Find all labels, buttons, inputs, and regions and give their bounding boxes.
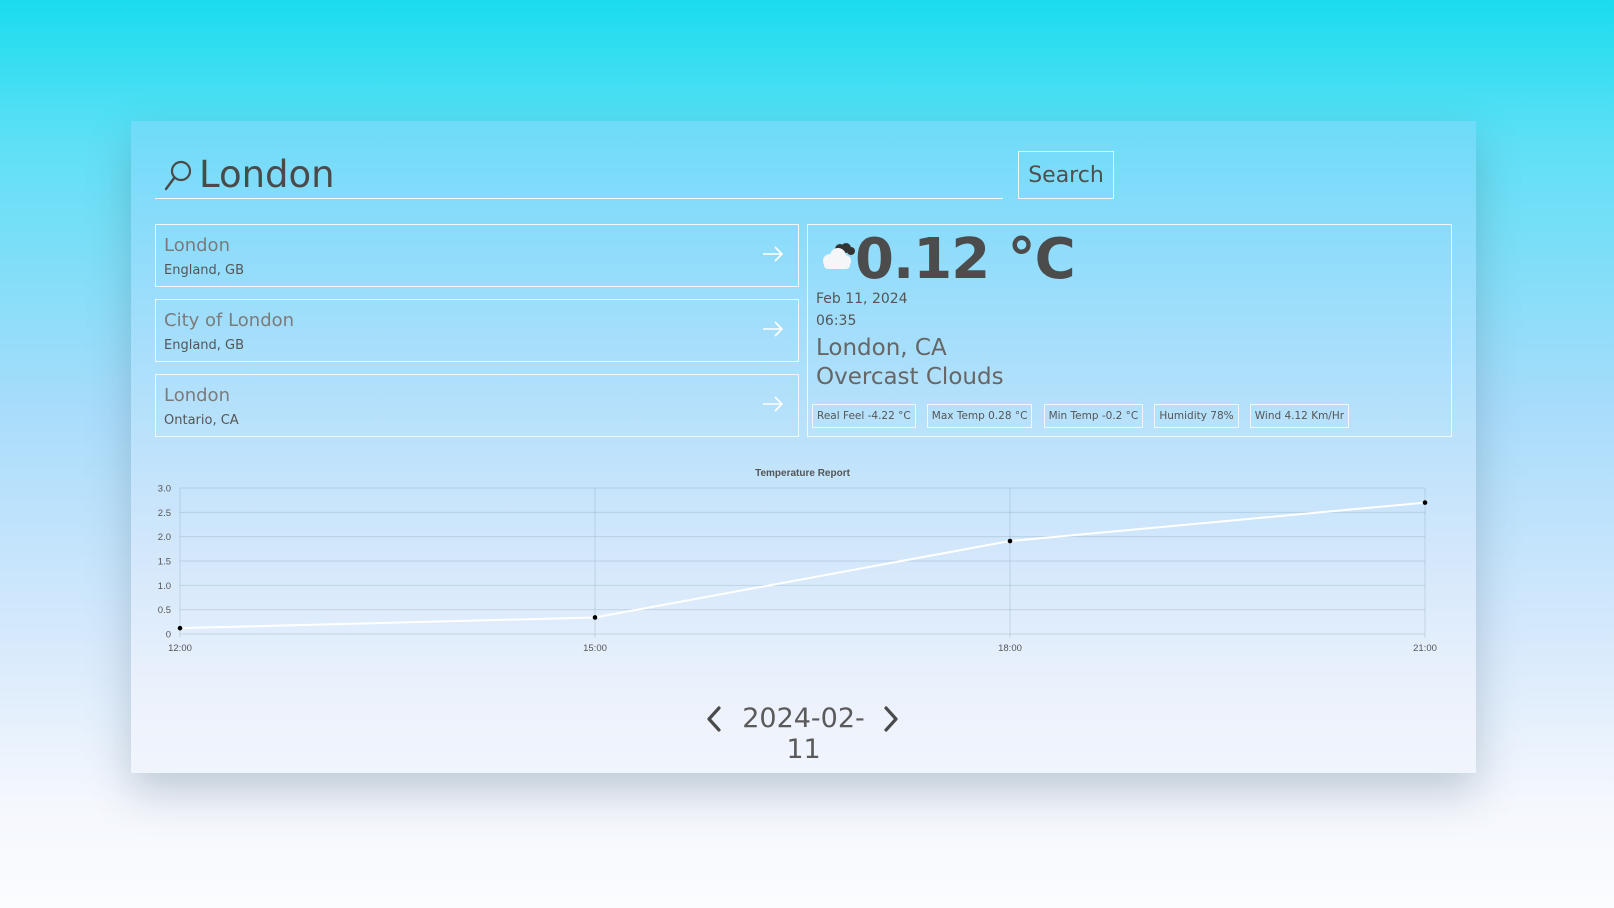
weather-stats: Real Feel -4.22 °C Max Temp 0.28 °C Min … bbox=[812, 404, 1355, 428]
weather-time: 06:35 bbox=[816, 313, 857, 329]
y-tick-label: 1.5 bbox=[158, 557, 171, 568]
search-box bbox=[155, 149, 1003, 199]
weather-condition: Overcast Clouds bbox=[816, 364, 1004, 390]
y-tick-label: 1.0 bbox=[158, 581, 171, 592]
current-weather-panel: 0.12 °C Feb 11, 2024 06:35 London, CA Ov… bbox=[807, 224, 1452, 437]
result-region: England, GB bbox=[164, 338, 245, 353]
y-tick-label: 2.5 bbox=[158, 508, 171, 519]
data-point bbox=[1422, 500, 1428, 505]
data-point bbox=[1007, 538, 1013, 544]
humidity-badge: Humidity 78% bbox=[1154, 404, 1239, 428]
result-region: Ontario, CA bbox=[164, 413, 239, 428]
data-point bbox=[177, 625, 183, 631]
result-name: London bbox=[164, 235, 230, 256]
x-tick-label: 18:00 bbox=[998, 643, 1022, 654]
result-item[interactable]: London Ontario, CA bbox=[155, 374, 799, 437]
search-button[interactable]: Search bbox=[1018, 151, 1114, 199]
result-name: City of London bbox=[164, 310, 295, 331]
temperature-chart: Temperature Report 0 0.5 1.0 1.5 2.0 2.5 3.0 12:… bbox=[141, 466, 1471, 666]
search-icon bbox=[164, 160, 192, 191]
wind-badge: Wind 4.12 Km/Hr bbox=[1249, 404, 1350, 428]
weather-card: Search London England, GB City of London… bbox=[131, 121, 1476, 773]
pager-date: 2024-02-11 bbox=[742, 703, 865, 765]
temperature-chart-svg: Temperature Report 0 0.5 1.0 1.5 2.0 2.5 3.0 12:… bbox=[158, 468, 1437, 654]
real-feel-badge: Real Feel -4.22 °C bbox=[812, 404, 916, 428]
result-item[interactable]: City of London England, GB bbox=[155, 299, 799, 362]
arrow-right-icon[interactable] bbox=[762, 395, 784, 413]
chart-title: Temperature Report bbox=[755, 468, 851, 479]
weather-location: London, CA bbox=[816, 335, 947, 361]
result-item[interactable]: London England, GB bbox=[155, 224, 799, 287]
min-temp-badge: Min Temp -0.2 °C bbox=[1043, 404, 1144, 428]
cloud-icon bbox=[823, 243, 855, 269]
arrow-right-icon[interactable] bbox=[762, 320, 784, 338]
data-point bbox=[592, 615, 598, 620]
chevron-left-icon[interactable] bbox=[704, 704, 724, 734]
arrow-right-icon[interactable] bbox=[762, 245, 784, 263]
search-input[interactable] bbox=[199, 151, 989, 197]
weather-date: Feb 11, 2024 bbox=[816, 291, 908, 307]
chevron-right-icon[interactable] bbox=[881, 704, 901, 734]
current-temperature: 0.12 °C bbox=[855, 227, 1076, 292]
result-name: London bbox=[164, 385, 230, 406]
y-tick-label: 0 bbox=[166, 630, 171, 641]
y-tick-label: 0.5 bbox=[158, 605, 171, 616]
x-tick-label: 12:00 bbox=[168, 643, 192, 654]
max-temp-badge: Max Temp 0.28 °C bbox=[926, 404, 1033, 428]
result-region: England, GB bbox=[164, 263, 245, 278]
date-pager: 2024-02-11 bbox=[131, 699, 1476, 765]
x-tick-label: 21:00 bbox=[1413, 643, 1437, 654]
y-tick-label: 2.0 bbox=[158, 532, 171, 543]
y-tick-label: 3.0 bbox=[158, 484, 171, 495]
x-tick-label: 15:00 bbox=[583, 643, 607, 654]
